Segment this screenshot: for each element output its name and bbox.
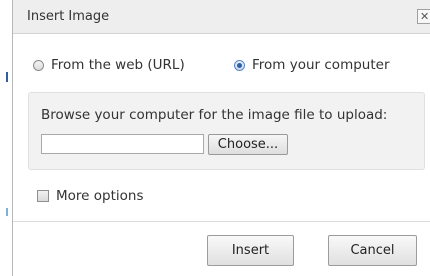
radio-label-from-web: From the web (URL) xyxy=(51,57,185,73)
insert-image-dialog: Insert Image ✕ From the web (URL) From y… xyxy=(12,0,430,276)
insert-button[interactable]: Insert xyxy=(207,235,294,266)
radio-button-unchecked[interactable] xyxy=(33,59,44,71)
radio-from-computer[interactable]: From your computer xyxy=(234,56,390,74)
radio-from-web[interactable]: From the web (URL) xyxy=(33,56,185,74)
more-options-checkbox[interactable] xyxy=(37,190,49,202)
radio-button-checked[interactable] xyxy=(234,59,245,71)
footer-divider xyxy=(13,221,430,222)
more-options-toggle[interactable]: More options xyxy=(37,187,143,205)
more-options-label: More options xyxy=(56,188,144,204)
radio-label-from-computer: From your computer xyxy=(252,57,390,73)
choose-file-button[interactable]: Choose... xyxy=(208,134,288,155)
background-edge-mark xyxy=(6,72,8,82)
file-path-input[interactable] xyxy=(41,134,204,154)
background-window-edge xyxy=(0,0,10,276)
dialog-titlebar: Insert Image ✕ xyxy=(13,0,430,34)
upload-panel: Browse your computer for the image file … xyxy=(28,92,425,170)
background-edge-mark xyxy=(6,208,8,216)
close-icon[interactable]: ✕ xyxy=(417,9,430,24)
upload-prompt: Browse your computer for the image file … xyxy=(41,107,388,123)
cancel-button[interactable]: Cancel xyxy=(328,235,417,266)
dialog-title: Insert Image xyxy=(27,9,110,24)
